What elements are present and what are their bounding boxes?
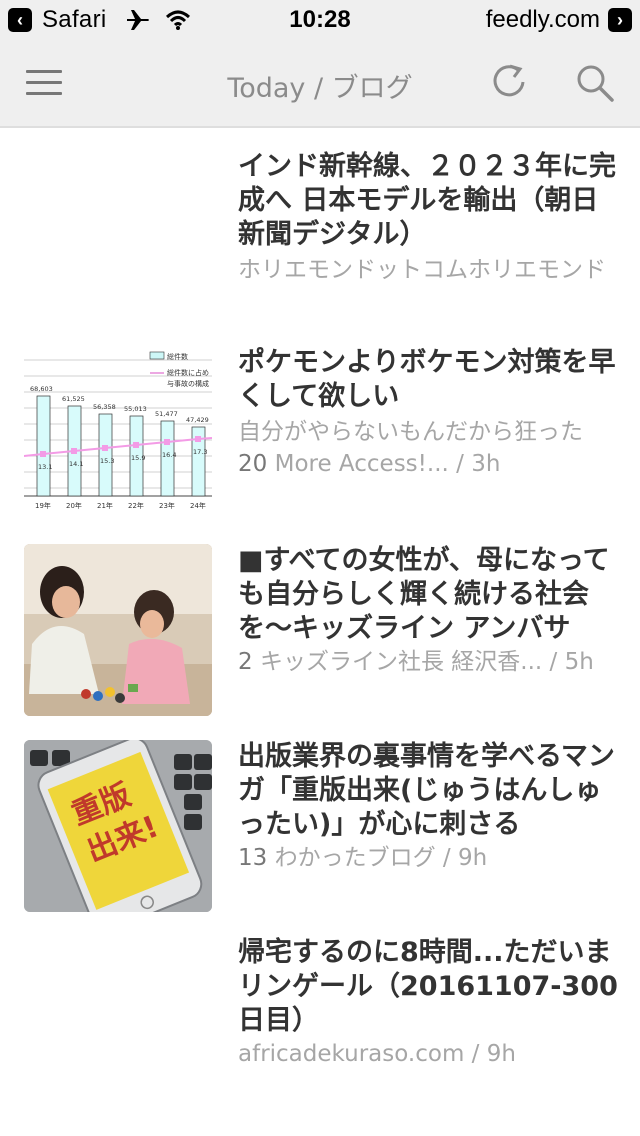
chart-rate-label: 15.9 [131, 454, 145, 462]
refresh-icon[interactable] [488, 60, 530, 102]
chart-rate-label: 17.3 [193, 448, 207, 456]
article-title[interactable]: 出版業界の裏事情を学べるマンガ「重版出来(じゅうはんしゅったい)」が心に刺さる [238, 740, 618, 842]
engagement-count: 20 [238, 451, 268, 477]
chart-value-label: 47,429 [186, 416, 209, 424]
chart-year-label: 23年 [159, 501, 175, 510]
article-title[interactable]: ポケモンよりボケモン対策を早くして欲しい [238, 346, 618, 414]
article-text: ■すべての女性が、母になっても自分らしく輝く続ける社会を〜キッズライン アンバサ… [238, 544, 618, 678]
article-thumbnail [24, 544, 212, 716]
article-meta: 20 More Access!... / 3h [238, 448, 618, 480]
chart-thumbnail: 総件数 総件数に占め 与事故の構成 68,603 61,525 56,358 5… [24, 346, 212, 518]
photo-thumbnail [24, 544, 212, 716]
engagement-count: 2 [238, 649, 253, 675]
article-thumbnail: 重版 出来! [24, 740, 212, 912]
status-bar: ‹ Safari 10:28 feedly.com › [0, 0, 640, 40]
wifi-icon [165, 10, 190, 30]
article-text: 出版業界の裏事情を学べるマンガ「重版出来(じゅうはんしゅったい)」が心に刺さる … [238, 740, 618, 874]
chart-value-label: 55,013 [124, 405, 147, 413]
article-source: キッズライン社長 経沢香... [259, 649, 543, 675]
chart-rate-label: 13.1 [38, 463, 52, 471]
meta-separator: / [456, 451, 464, 477]
meta-separator: / [549, 649, 558, 675]
article-age: 9h [486, 1041, 516, 1067]
article-thumbnail: 総件数 総件数に占め 与事故の構成 68,603 61,525 56,358 5… [24, 346, 212, 518]
chart-legend-2: 総件数に占め [167, 368, 209, 377]
article-title[interactable]: 帰宅するのに8時間...ただいまリンゲール（20161107-300日目） [238, 936, 618, 1038]
forward-to-app-button[interactable]: › [608, 8, 632, 32]
nav-bar: Today / ブログ [0, 40, 640, 128]
chart-legend-3: 与事故の構成 [167, 379, 209, 388]
photo-thumbnail: 重版 出来! [24, 740, 212, 912]
article-source: わかったブログ [274, 845, 436, 871]
article-age: 3h [471, 451, 501, 477]
article-meta: 13 わかったブログ / 9h [238, 842, 618, 874]
article-text: 帰宅するのに8時間...ただいまリンゲール（20161107-300日目） af… [238, 936, 618, 1070]
back-app-label[interactable]: Safari [42, 6, 107, 34]
back-to-app-button[interactable]: ‹ [8, 8, 32, 32]
chart-value-label: 68,603 [30, 385, 53, 393]
chart-year-label: 19年 [35, 501, 51, 510]
article-age: 9h [457, 845, 488, 871]
article-source: More Access!... [274, 451, 449, 477]
chart-rate-label: 15.3 [100, 457, 114, 465]
chart-year-label: 22年 [128, 501, 144, 510]
chart-value-label: 56,358 [93, 403, 116, 411]
chart-value-label: 51,477 [155, 410, 178, 418]
page-title: Today / ブログ [227, 73, 413, 104]
article-text: ポケモンよりボケモン対策を早くして欲しい 自分がやらないもんだから狂った 20 … [238, 346, 618, 480]
chart-year-label: 20年 [66, 501, 82, 510]
status-domain[interactable]: feedly.com [486, 6, 600, 34]
chart-year-label: 21年 [97, 501, 113, 510]
article-title[interactable]: ■すべての女性が、母になっても自分らしく輝く続ける社会を〜キッズライン アンバサ [238, 544, 618, 646]
chart-year-label: 24年 [190, 501, 206, 510]
article-text: インド新幹線、２０２３年に完成へ 日本モデルを輸出（朝日新聞デジタル） ホリエモ… [238, 150, 618, 286]
chart-rate-label: 16.4 [162, 451, 176, 459]
airplane-icon [126, 10, 149, 30]
meta-separator: / [471, 1041, 480, 1067]
article-source: africadekuraso.com [238, 1041, 465, 1067]
engagement-count: 13 [238, 845, 268, 871]
article-title[interactable]: インド新幹線、２０２３年に完成へ 日本モデルを輸出（朝日新聞デジタル） [238, 150, 618, 252]
article-snippet: ホリエモンドットコムホリエモンド [238, 257, 606, 283]
article-snippet: 自分がやらないもんだから狂った [238, 419, 583, 445]
chart-rate-label: 14.1 [69, 460, 83, 468]
meta-separator: / [442, 845, 451, 871]
chart-legend-1: 総件数 [167, 352, 188, 361]
article-meta: 2 キッズライン社長 経沢香... / 5h [238, 646, 618, 678]
article-age: 5h [564, 649, 594, 675]
article-meta: africadekuraso.com / 9h [238, 1038, 618, 1070]
chart-value-label: 61,525 [62, 395, 85, 403]
search-icon[interactable] [574, 62, 616, 104]
